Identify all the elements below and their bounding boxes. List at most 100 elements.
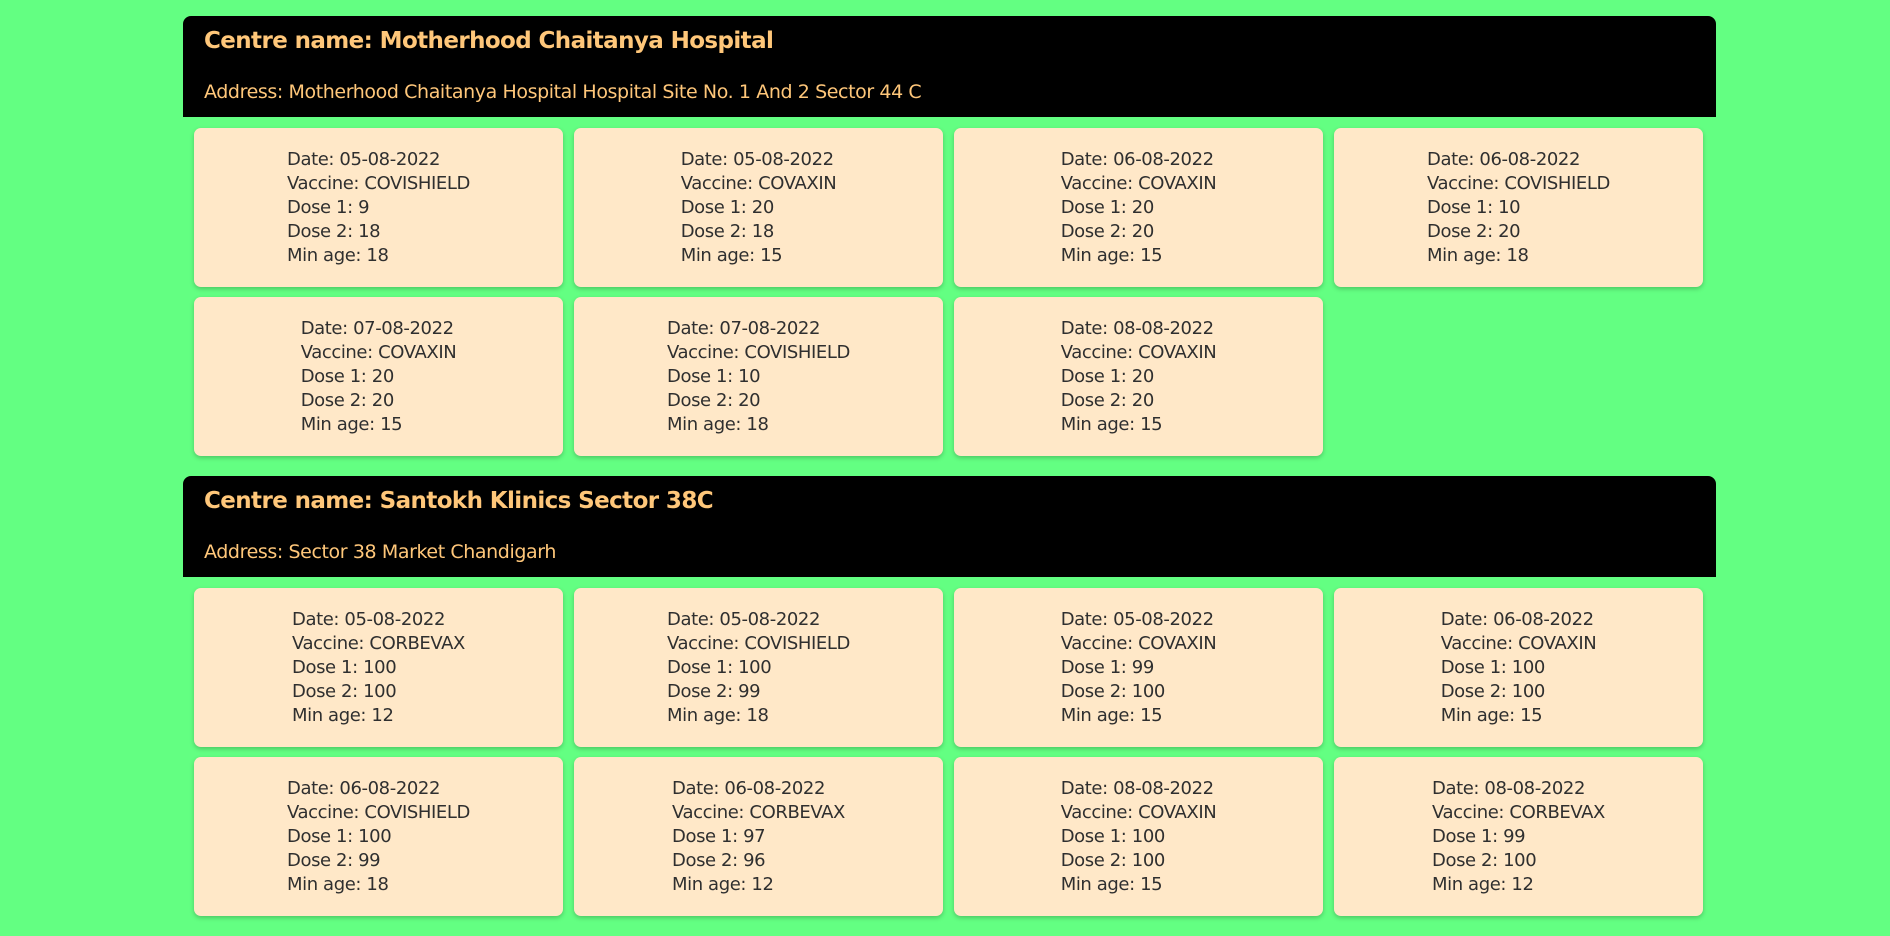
centre-address-prefix: Address:: [204, 541, 289, 563]
min-age-value: 18: [366, 244, 389, 266]
session-date: Date: 05-08-2022: [681, 148, 837, 172]
min-age-label: Min age:: [1060, 413, 1141, 435]
session-date: Date: 06-08-2022: [1427, 148, 1610, 172]
min-age-value: 15: [1140, 704, 1163, 726]
vaccine-label: Vaccine:: [1427, 172, 1505, 194]
date-label: Date:: [1427, 148, 1480, 170]
date-value: 08-08-2022: [1484, 777, 1586, 799]
vaccine-label: Vaccine:: [672, 801, 750, 823]
vaccine-value: CORBEVAX: [1509, 801, 1605, 823]
dose2-value: 20: [1131, 389, 1155, 411]
date-value: 06-08-2022: [339, 777, 441, 799]
dose1-value: 99: [1131, 656, 1155, 678]
dose2-value: 20: [1131, 220, 1155, 242]
centre-address: Address: Motherhood Chaitanya Hospital H…: [204, 81, 922, 103]
dose2-label: Dose 2:: [300, 389, 372, 411]
vaccine-label: Vaccine:: [680, 172, 759, 194]
dose2-value: 100: [363, 680, 397, 702]
dose2-value: 96: [743, 849, 766, 871]
session-card: Date: 06-08-2022 Vaccine: CORBEVAX Dose …: [574, 757, 943, 916]
date-label: Date:: [1432, 777, 1485, 799]
session-dose2: Dose 2: 20: [301, 389, 457, 413]
session-dose1: Dose 1: 100: [667, 656, 850, 680]
session-vaccine: Vaccine: COVAXIN: [1061, 801, 1217, 825]
session-min-age: Min age: 15: [1441, 704, 1597, 728]
centre-section: Centre name: Motherhood Chaitanya Hospit…: [183, 16, 1716, 456]
centre-address-value: Motherhood Chaitanya Hospital Hospital S…: [288, 81, 922, 103]
dose2-value: 20: [1498, 220, 1521, 242]
session-vaccine: Vaccine: COVAXIN: [1061, 172, 1217, 196]
min-age-label: Min age:: [1060, 873, 1141, 895]
dose1-value: 20: [371, 365, 395, 387]
date-label: Date:: [667, 317, 720, 339]
session-dose2: Dose 2: 96: [672, 849, 845, 873]
session-details: Date: 06-08-2022 Vaccine: COVISHIELD Dos…: [1427, 148, 1610, 268]
session-details: Date: 08-08-2022 Vaccine: COVAXIN Dose 1…: [1061, 317, 1217, 437]
date-label: Date:: [1060, 608, 1114, 630]
dose1-label: Dose 1:: [300, 365, 372, 387]
session-dose1: Dose 1: 10: [667, 365, 850, 389]
session-details: Date: 05-08-2022 Vaccine: CORBEVAX Dose …: [292, 608, 465, 728]
session-dose2: Dose 2: 99: [287, 849, 470, 873]
dose1-value: 10: [738, 365, 761, 387]
vaccine-label: Vaccine:: [287, 172, 365, 194]
dose2-label: Dose 2:: [1060, 220, 1132, 242]
session-card: Date: 08-08-2022 Vaccine: COVAXIN Dose 1…: [954, 757, 1323, 916]
session-dose1: Dose 1: 100: [292, 656, 465, 680]
vaccine-value: COVAXIN: [1138, 632, 1217, 654]
session-card: Date: 06-08-2022 Vaccine: COVAXIN Dose 1…: [954, 128, 1323, 287]
session-card: Date: 08-08-2022 Vaccine: COVAXIN Dose 1…: [954, 297, 1323, 456]
vaccine-label: Vaccine:: [1060, 341, 1139, 363]
date-label: Date:: [672, 777, 725, 799]
date-label: Date:: [287, 777, 340, 799]
session-details: Date: 05-08-2022 Vaccine: COVAXIN Dose 1…: [681, 148, 837, 268]
session-details: Date: 06-08-2022 Vaccine: CORBEVAX Dose …: [672, 777, 845, 897]
session-min-age: Min age: 18: [287, 873, 470, 897]
session-min-age: Min age: 15: [1061, 244, 1217, 268]
session-dose1: Dose 1: 100: [287, 825, 470, 849]
min-age-label: Min age:: [680, 244, 761, 266]
session-card: Date: 07-08-2022 Vaccine: COVISHIELD Dos…: [574, 297, 943, 456]
date-value: 06-08-2022: [724, 777, 826, 799]
min-age-label: Min age:: [667, 413, 747, 435]
date-value: 05-08-2022: [719, 608, 821, 630]
date-label: Date:: [287, 148, 340, 170]
date-value: 06-08-2022: [1493, 608, 1594, 630]
session-details: Date: 05-08-2022 Vaccine: COVAXIN Dose 1…: [1061, 608, 1217, 728]
min-age-value: 12: [751, 873, 774, 895]
dose1-label: Dose 1:: [667, 656, 739, 678]
dose2-value: 100: [1511, 680, 1546, 702]
session-min-age: Min age: 15: [1061, 873, 1217, 897]
min-age-label: Min age:: [667, 704, 747, 726]
date-label: Date:: [680, 148, 734, 170]
min-age-label: Min age:: [1432, 873, 1512, 895]
min-age-value: 15: [1140, 244, 1163, 266]
min-age-value: 18: [366, 873, 389, 895]
vaccine-label: Vaccine:: [1060, 632, 1139, 654]
vaccine-label: Vaccine:: [667, 632, 745, 654]
session-min-age: Min age: 12: [292, 704, 465, 728]
session-grid: Date: 05-08-2022 Vaccine: CORBEVAX Dose …: [183, 577, 1716, 916]
session-dose2: Dose 2: 20: [1061, 389, 1217, 413]
session-dose2: Dose 2: 99: [667, 680, 850, 704]
dose2-label: Dose 2:: [1060, 680, 1132, 702]
dose2-value: 18: [358, 220, 381, 242]
session-date: Date: 06-08-2022: [1061, 148, 1217, 172]
dose1-label: Dose 1:: [1060, 365, 1132, 387]
min-age-value: 15: [760, 244, 783, 266]
session-date: Date: 08-08-2022: [1061, 777, 1217, 801]
dose2-label: Dose 2:: [1440, 680, 1512, 702]
dose1-value: 10: [1498, 196, 1521, 218]
vaccine-value: COVAXIN: [1518, 632, 1597, 654]
session-vaccine: Vaccine: COVAXIN: [1441, 632, 1597, 656]
session-dose1: Dose 1: 100: [1441, 656, 1597, 680]
session-min-age: Min age: 18: [287, 244, 470, 268]
session-dose1: Dose 1: 100: [1061, 825, 1217, 849]
centre-name-prefix: Centre name:: [204, 488, 380, 514]
centre-name-prefix: Centre name:: [204, 28, 380, 54]
centre-address-value: Sector 38 Market Chandigarh: [288, 541, 557, 563]
vaccine-value: COVISHIELD: [1504, 172, 1610, 194]
min-age-label: Min age:: [300, 413, 381, 435]
dose1-value: 100: [358, 825, 392, 847]
date-value: 07-08-2022: [353, 317, 454, 339]
